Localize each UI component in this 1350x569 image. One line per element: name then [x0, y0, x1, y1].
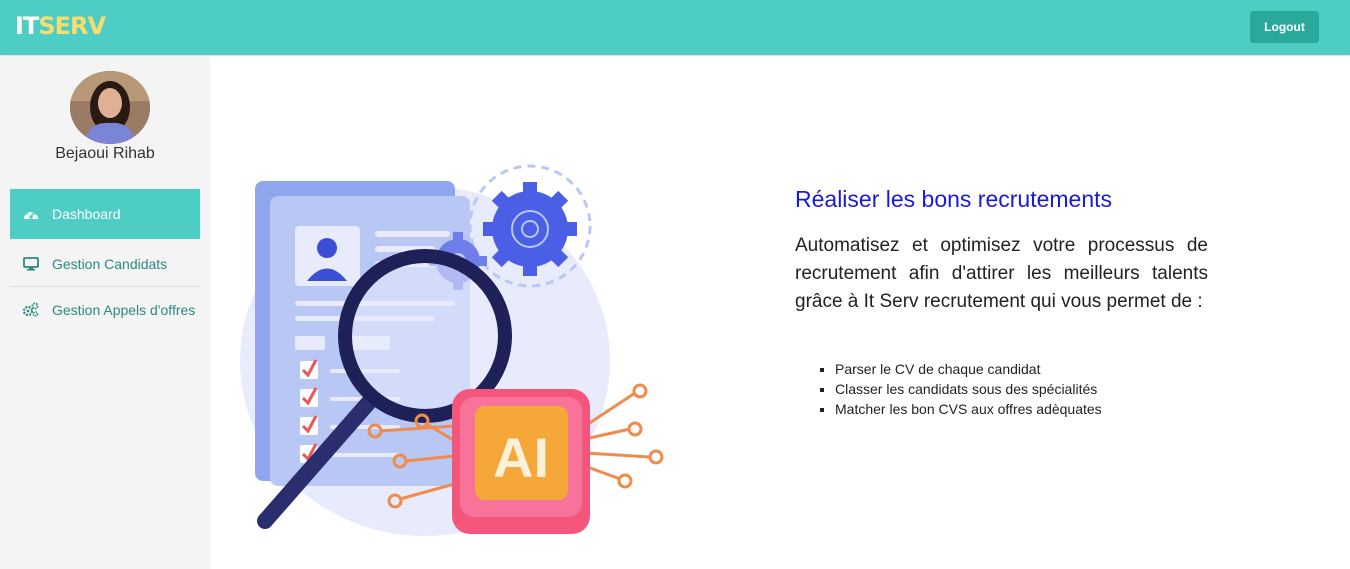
sidebar-item-label: Dashboard	[52, 206, 121, 222]
list-item: Classer les candidats sous des spécialit…	[835, 379, 1102, 399]
sidebar-item-gestion-candidats[interactable]: Gestion Candidats	[10, 239, 200, 289]
logout-button[interactable]: Logout	[1250, 11, 1319, 43]
app-logo[interactable]: ITSERV	[15, 12, 106, 40]
profile-head-icon	[317, 238, 337, 258]
sidebar-item-dashboard[interactable]: Dashboard	[10, 189, 200, 239]
list-item: Parser le CV de chaque candidat	[835, 359, 1102, 379]
sidebar-item-label: Gestion Candidats	[52, 256, 168, 272]
logo-part-it: IT	[15, 12, 39, 40]
sidebar-item-label: Gestion Appels d'offres	[52, 302, 196, 318]
sidebar: Bejaoui Rihab Dashboard Gestion Candidat…	[0, 56, 210, 569]
avatar-photo	[70, 71, 150, 144]
feature-list: Parser le CV de chaque candidat Classer …	[835, 359, 1102, 419]
recruitment-illustration: AI	[240, 164, 664, 536]
intro-paragraph: Automatisez et optimisez votre processus…	[795, 235, 1208, 312]
list-item: Matcher les bon CVS aux offres adèquates	[835, 399, 1102, 419]
avatar	[70, 71, 150, 144]
large-gear	[483, 182, 577, 276]
dashboard-icon	[10, 207, 52, 221]
sidebar-item-gestion-appels-offres[interactable]: Gestion Appels d'offres	[10, 285, 200, 335]
main-content: AI Réaliser les bons recrutements Automa…	[210, 56, 1350, 569]
logo-part-serv: SERV	[38, 12, 106, 40]
desktop-icon	[10, 257, 52, 271]
page-title: Réaliser les bons recrutements	[795, 186, 1113, 212]
gears-icon	[10, 302, 52, 318]
top-navbar: ITSERV Logout	[0, 0, 1350, 55]
ai-chip-label: AI	[493, 426, 549, 489]
user-name: Bejaoui Rihab	[55, 145, 155, 162]
